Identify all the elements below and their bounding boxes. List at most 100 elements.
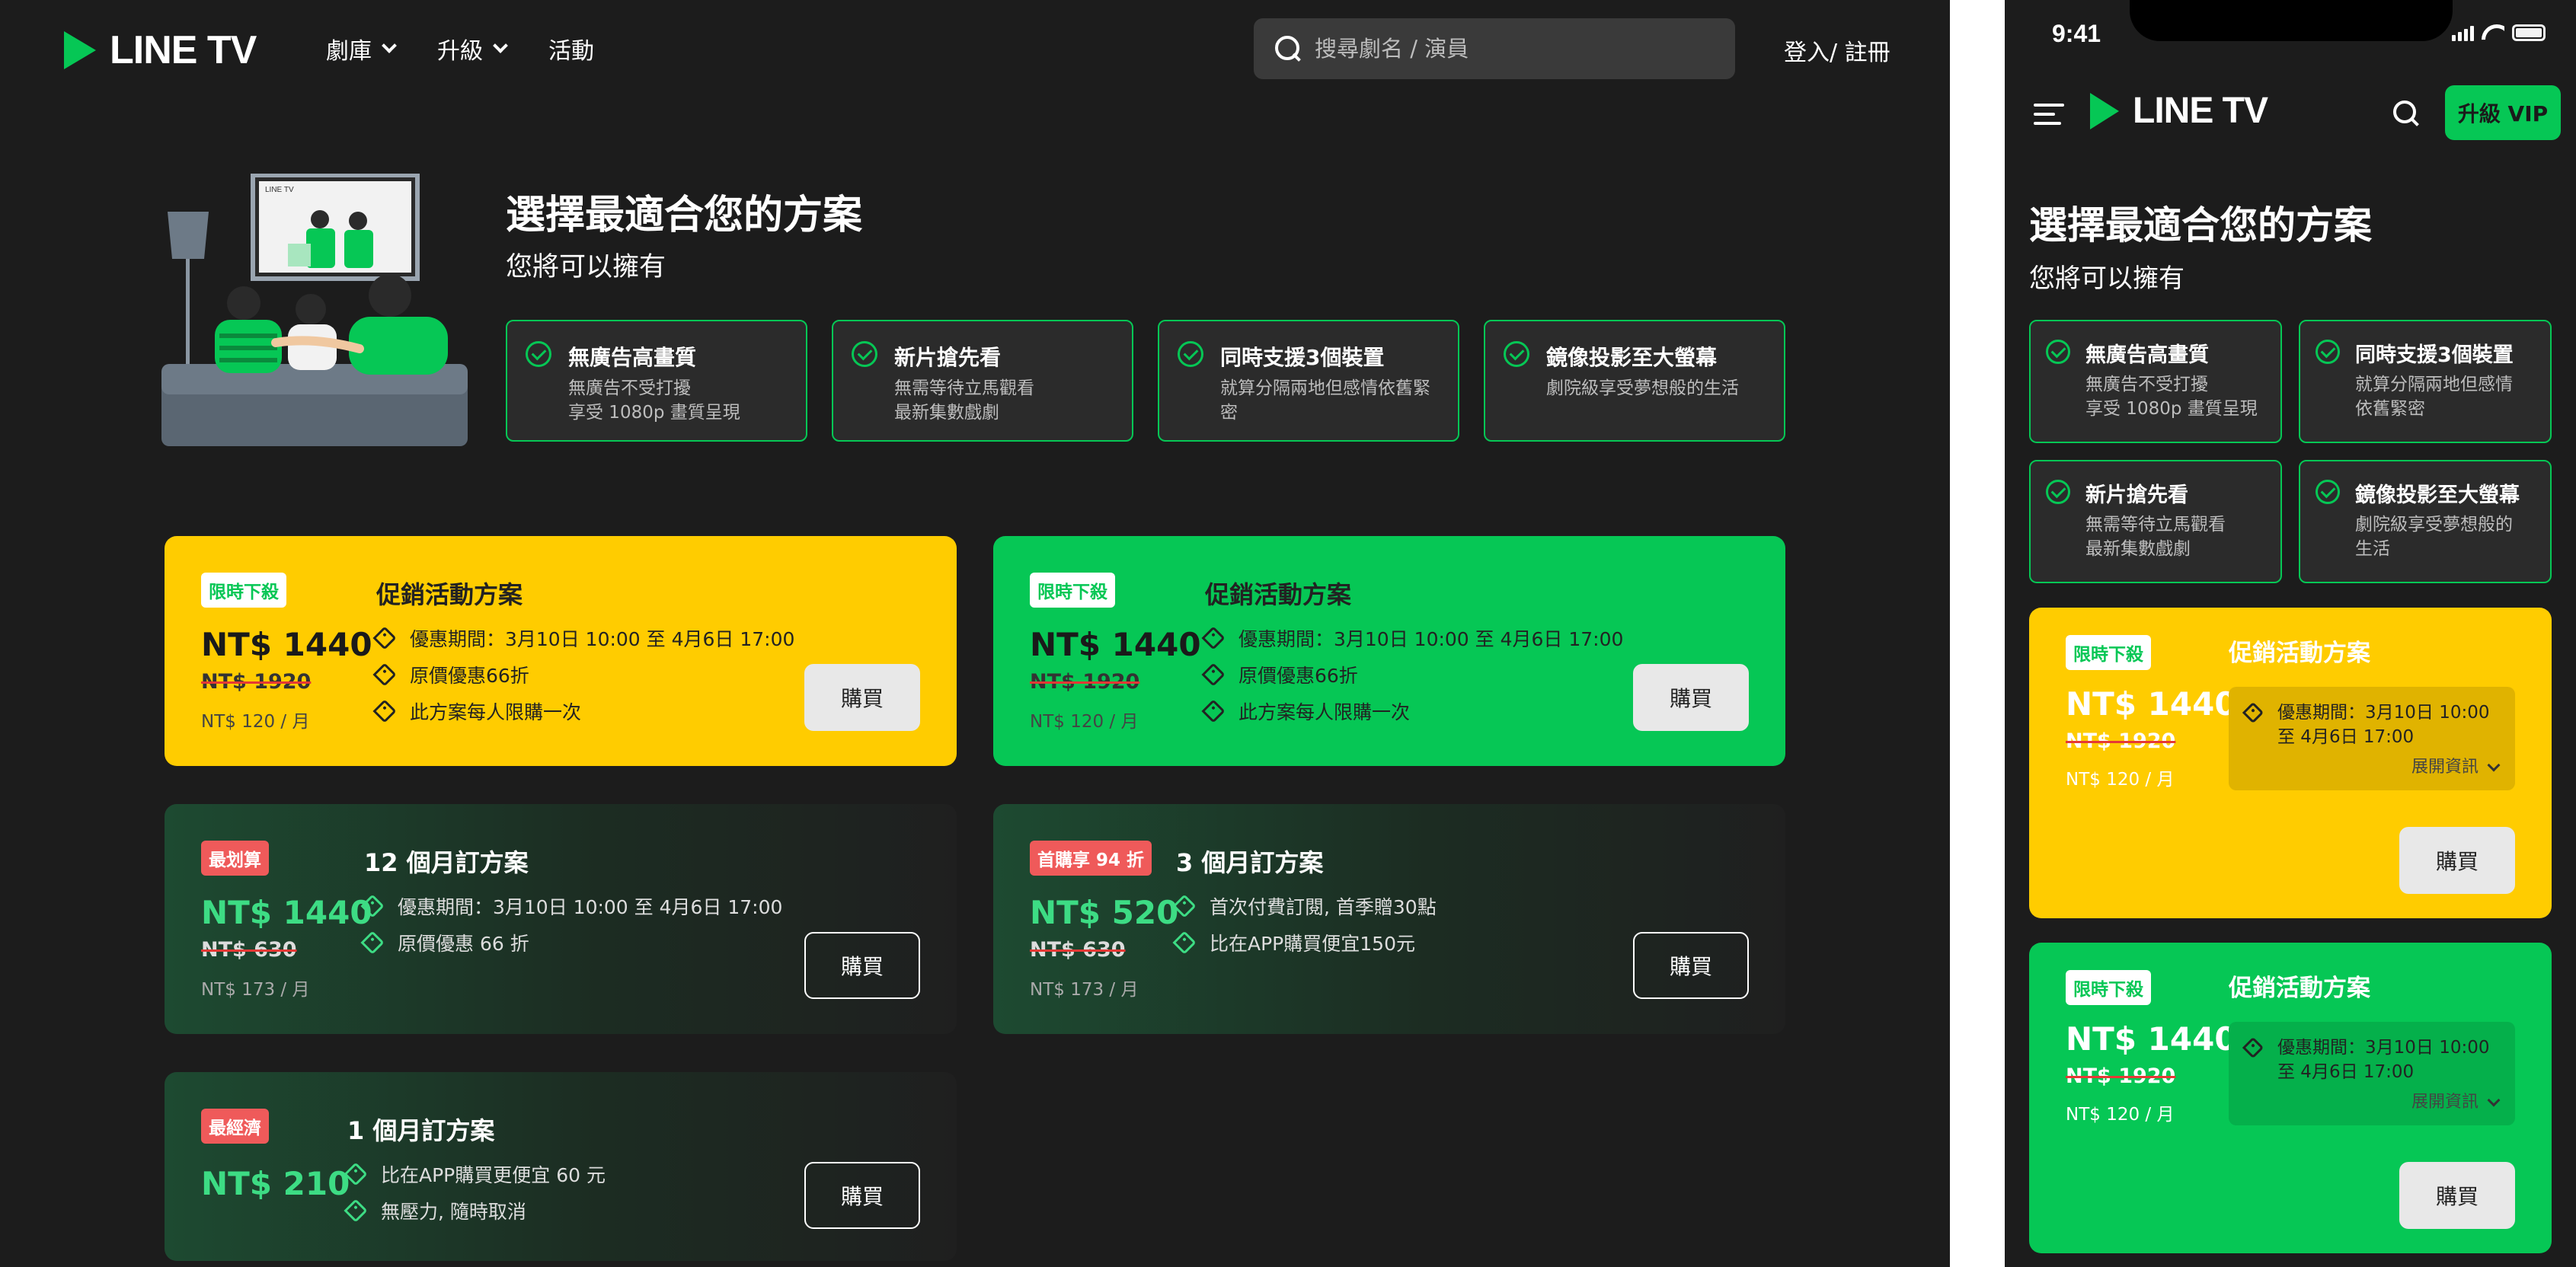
phone-notch	[2130, 0, 2453, 41]
plan-card-12-month: 最划算 NT$ 1440 NT$ 630 NT$ 173 / 月 12 個月訂方…	[165, 804, 957, 1034]
search-bar[interactable]	[1254, 18, 1735, 79]
feature-desc-line1: 無廣告不受打擾	[568, 378, 691, 398]
page-title: 選擇最適合您的方案	[506, 193, 863, 238]
feature-title: 鏡像投影至大螢幕	[1546, 345, 1718, 370]
chevron-down-icon	[2487, 1093, 2501, 1107]
check-circle-icon	[526, 341, 551, 367]
plan-title: 3 個月訂方案	[1176, 848, 1324, 877]
plan-per-month: NT$ 173 / 月	[1030, 980, 1139, 1000]
expand-label: 展開資訊	[2411, 758, 2479, 777]
plan-bullet: 原價優惠66折	[372, 656, 794, 693]
feature-card-early-access: 新片搶先看 無需等待立馬觀看 最新集數戲劇	[2029, 460, 2282, 583]
plan-price: NT$ 210	[201, 1165, 350, 1202]
plan-bullet: 優惠期間：3月10日 10:00 至 4月6日 17:00	[360, 888, 783, 924]
feature-desc-line2: 依舊緊密	[2355, 399, 2425, 419]
line-tv-logo[interactable]: LINE TV	[64, 27, 257, 73]
plan-info-box: 優惠期間：3月10日 10:00 至 4月6日 17:00 展開資訊	[2229, 687, 2515, 790]
buy-button[interactable]: 購買	[804, 932, 920, 999]
plan-price: NT$ 1440	[1030, 626, 1201, 663]
battery-icon	[2512, 24, 2546, 41]
feature-card-screen-mirroring: 鏡像投影至大螢幕 劇院級享受夢想般的生活	[1484, 320, 1785, 442]
upgrade-vip-button[interactable]: 升級 VIP	[2445, 85, 2561, 140]
plan-badge: 限時下殺	[2066, 970, 2151, 1005]
feature-title: 新片搶先看	[2085, 484, 2188, 507]
plan-bullet: 優惠期間：3月10日 10:00 至 4月6日 17:00	[372, 620, 794, 656]
page-title: 選擇最適合您的方案	[2029, 203, 2372, 247]
status-icons	[2452, 24, 2546, 41]
plan-info-box: 優惠期間：3月10日 10:00 至 4月6日 17:00 展開資訊	[2229, 1022, 2515, 1125]
buy-button[interactable]: 購買	[1633, 932, 1749, 999]
nav-links: 劇庫 升級 活動	[326, 32, 594, 65]
line-tv-logo[interactable]: LINE TV	[2090, 90, 2268, 132]
feature-card-three-devices: 同時支援3個裝置 就算分隔兩地但感情依舊緊 密	[1158, 320, 1459, 442]
plan-price: NT$ 1440	[2066, 1020, 2237, 1058]
plan-original-price: NT$ 1920	[201, 670, 312, 694]
mobile-view: 9:41 LINE TV 升級 VIP 選擇最適合您的方案 您將可以擁有 無廣告…	[2005, 0, 2576, 1267]
search-icon	[1275, 36, 1301, 62]
signal-icon	[2452, 26, 2474, 41]
search-input[interactable]	[1315, 36, 1695, 62]
tag-icon	[1201, 699, 1226, 723]
mobile-plan-card-promo-green: 限時下殺 促銷活動方案 NT$ 1440 NT$ 1920 NT$ 120 / …	[2029, 943, 2552, 1253]
buy-button[interactable]: 購買	[2399, 1162, 2515, 1229]
chevron-down-icon	[382, 38, 397, 53]
plan-original-price: NT$ 630	[1030, 938, 1126, 962]
plan-badge: 限時下殺	[2066, 635, 2151, 670]
feature-title: 同時支援3個裝置	[1220, 345, 1385, 370]
feature-card-three-devices: 同時支援3個裝置 就算分隔兩地但感情 依舊緊密	[2299, 320, 2552, 443]
nav-library-label: 劇庫	[326, 38, 372, 65]
nav-library[interactable]: 劇庫	[326, 32, 397, 65]
plan-per-month: NT$ 120 / 月	[201, 712, 310, 732]
buy-button[interactable]: 購買	[804, 664, 920, 731]
plan-price: NT$ 1440	[201, 626, 372, 663]
plan-bullet: 首次付費訂閱, 首季贈30點	[1172, 888, 1437, 924]
expand-info-toggle[interactable]: 展開資訊	[2411, 1090, 2501, 1115]
nav-events[interactable]: 活動	[548, 32, 594, 65]
expand-label: 展開資訊	[2411, 1093, 2479, 1112]
search-icon[interactable]	[2393, 101, 2419, 126]
buy-button[interactable]: 購買	[804, 1162, 920, 1229]
plan-card-3-month: 首購享 94 折 NT$ 520 NT$ 630 NT$ 173 / 月 3 個…	[993, 804, 1785, 1034]
tag-icon	[344, 1198, 368, 1223]
bullet-text: 優惠期間：3月10日 10:00 至 4月6日 17:00	[398, 896, 783, 918]
feature-title: 無廣告高畫質	[2085, 343, 2209, 367]
plan-bullet: 優惠期間：3月10日 10:00 至 4月6日 17:00	[1201, 620, 1624, 656]
tag-icon	[360, 930, 385, 955]
plan-card-promo-green: 限時下殺 NT$ 1440 NT$ 1920 NT$ 120 / 月 促銷活動方…	[993, 536, 1785, 766]
tag-icon	[372, 662, 397, 687]
plan-bullets: 優惠期間：3月10日 10:00 至 4月6日 17:00 原價優惠 66 折	[360, 888, 783, 961]
nav-upgrade[interactable]: 升級	[437, 32, 508, 65]
check-circle-icon	[1504, 341, 1529, 367]
expand-info-toggle[interactable]: 展開資訊	[2411, 755, 2501, 780]
feature-desc-line2: 享受 1080p 畫質呈現	[2085, 399, 2258, 419]
feature-title: 同時支援3個裝置	[2355, 343, 2514, 367]
check-circle-icon	[2316, 480, 2340, 504]
info-line2: 至 4月6日 17:00	[2277, 1062, 2415, 1082]
family-watching-tv-illustration: LINE TV	[161, 174, 468, 446]
bullet-text: 首次付費訂閱, 首季贈30點	[1210, 896, 1437, 918]
logo-text: LINE TV	[2133, 91, 2268, 131]
login-register-link[interactable]: 登入/ 註冊	[1784, 34, 1890, 67]
status-time: 9:41	[2052, 20, 2101, 47]
info-line1: 優惠期間：3月10日 10:00	[2277, 703, 2490, 723]
feature-card-no-ads: 無廣告高畫質 無廣告不受打擾 享受 1080p 畫質呈現	[506, 320, 807, 442]
feature-desc-line1: 就算分隔兩地但感情	[2355, 375, 2513, 394]
buy-button[interactable]: 購買	[2399, 827, 2515, 894]
hamburger-menu-icon[interactable]	[2034, 104, 2064, 131]
feature-desc-line1: 劇院級享受夢想般的	[2355, 515, 2513, 535]
check-circle-icon	[1178, 341, 1203, 367]
play-logo-icon	[2090, 92, 2119, 129]
plan-bullet: 比在APP購買更便宜 60 元	[344, 1156, 606, 1192]
plan-per-month: NT$ 120 / 月	[2066, 1105, 2175, 1125]
bullet-text: 原價優惠66折	[1238, 665, 1358, 687]
nav-events-label: 活動	[548, 38, 594, 65]
plan-original-price: NT$ 1920	[1030, 670, 1140, 694]
tag-icon	[1172, 894, 1197, 918]
plan-card-promo-yellow: 限時下殺 NT$ 1440 NT$ 1920 NT$ 120 / 月 促銷活動方…	[165, 536, 957, 766]
bullet-text: 原價優惠 66 折	[398, 933, 529, 955]
plan-title: 促銷活動方案	[2229, 640, 2370, 667]
plan-badge: 最划算	[201, 841, 269, 876]
tag-icon	[344, 1162, 368, 1186]
bullet-text: 優惠期間：3月10日 10:00 至 4月6日 17:00	[1238, 628, 1624, 650]
buy-button[interactable]: 購買	[1633, 664, 1749, 731]
